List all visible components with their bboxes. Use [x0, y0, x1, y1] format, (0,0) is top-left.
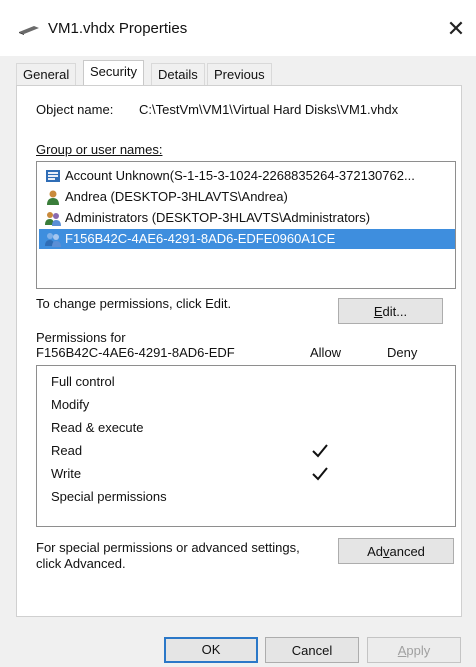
permission-row: Special permissions [51, 489, 167, 504]
unknown-account-icon [46, 170, 60, 182]
advanced-hint-line1: For special permissions or advanced sett… [36, 540, 300, 555]
permission-row: Write [51, 466, 82, 481]
ok-button[interactable]: OK [164, 637, 258, 663]
cancel-button[interactable]: Cancel [265, 637, 359, 663]
permissions-list[interactable]: Full control Modify Read & execute Read … [36, 365, 456, 527]
object-name-value: C:\TestVm\VM1\Virtual Hard Disks\VM1.vhd… [139, 102, 399, 117]
permissions-for-label: Permissions for [36, 330, 126, 345]
group-icon [45, 233, 61, 247]
user-list-item[interactable]: Account Unknown(S-1-15-3-1024-2268835264… [39, 166, 475, 186]
permission-row: Read & execute [51, 420, 144, 435]
user-name: Account Unknown(S-1-15-3-1024-2268835264… [65, 168, 415, 183]
close-button[interactable]: ✕ [436, 12, 476, 46]
advanced-hint-line2: click Advanced. [36, 556, 126, 571]
object-name-label: Object name: [36, 102, 114, 117]
tab-security[interactable]: Security [83, 60, 144, 85]
edit-hint-text: To change permissions, click Edit. [36, 296, 232, 311]
security-panel: Object name: C:\TestVm\VM1\Virtual Hard … [16, 85, 462, 617]
allow-column-header: Allow [310, 345, 342, 360]
disk-file-icon [19, 26, 39, 35]
apply-button[interactable]: Apply [367, 637, 461, 663]
title-bar[interactable]: VM1.vhdx Properties ✕ [0, 0, 476, 56]
tab-details[interactable]: Details [151, 63, 205, 85]
tab-previous-versions[interactable]: Previous Versions [207, 63, 272, 103]
user-list-item[interactable]: Andrea (DESKTOP-3HLAVTS\Andrea) [39, 187, 475, 207]
user-name: F156B42C-4AE6-4291-8AD6-EDFE0960A1CE [65, 231, 336, 246]
user-name: Andrea (DESKTOP-3HLAVTS\Andrea) [65, 189, 288, 204]
user-list-item-selected[interactable]: F156B42C-4AE6-4291-8AD6-EDFE0960A1CE [39, 229, 455, 249]
advanced-button[interactable]: Advanced [338, 538, 454, 564]
user-list[interactable]: Account Unknown(S-1-15-3-1024-2268835264… [36, 161, 456, 289]
permission-row: Full control [51, 374, 115, 389]
group-icon [45, 212, 61, 226]
permission-row: Read [51, 443, 83, 458]
user-icon [47, 190, 59, 205]
tab-general[interactable]: General [16, 63, 77, 85]
edit-button[interactable]: Edit... [338, 298, 443, 324]
user-name: Administrators (DESKTOP-3HLAVTS\Administ… [65, 210, 371, 225]
permission-row: Modify [51, 397, 90, 412]
group-or-user-names-label: Group or user names: [36, 142, 163, 157]
user-list-item[interactable]: Administrators (DESKTOP-3HLAVTS\Administ… [39, 208, 475, 228]
allow-read-check-icon [312, 444, 328, 458]
deny-column-header: Deny [387, 345, 418, 360]
allow-write-check-icon [312, 467, 328, 481]
window-title: VM1.vhdx Properties [48, 20, 188, 37]
permissions-for-name: F156B42C-4AE6-4291-8AD6-EDF [36, 345, 235, 360]
properties-dialog: VM1.vhdx Properties ✕ General Security D… [0, 0, 476, 667]
